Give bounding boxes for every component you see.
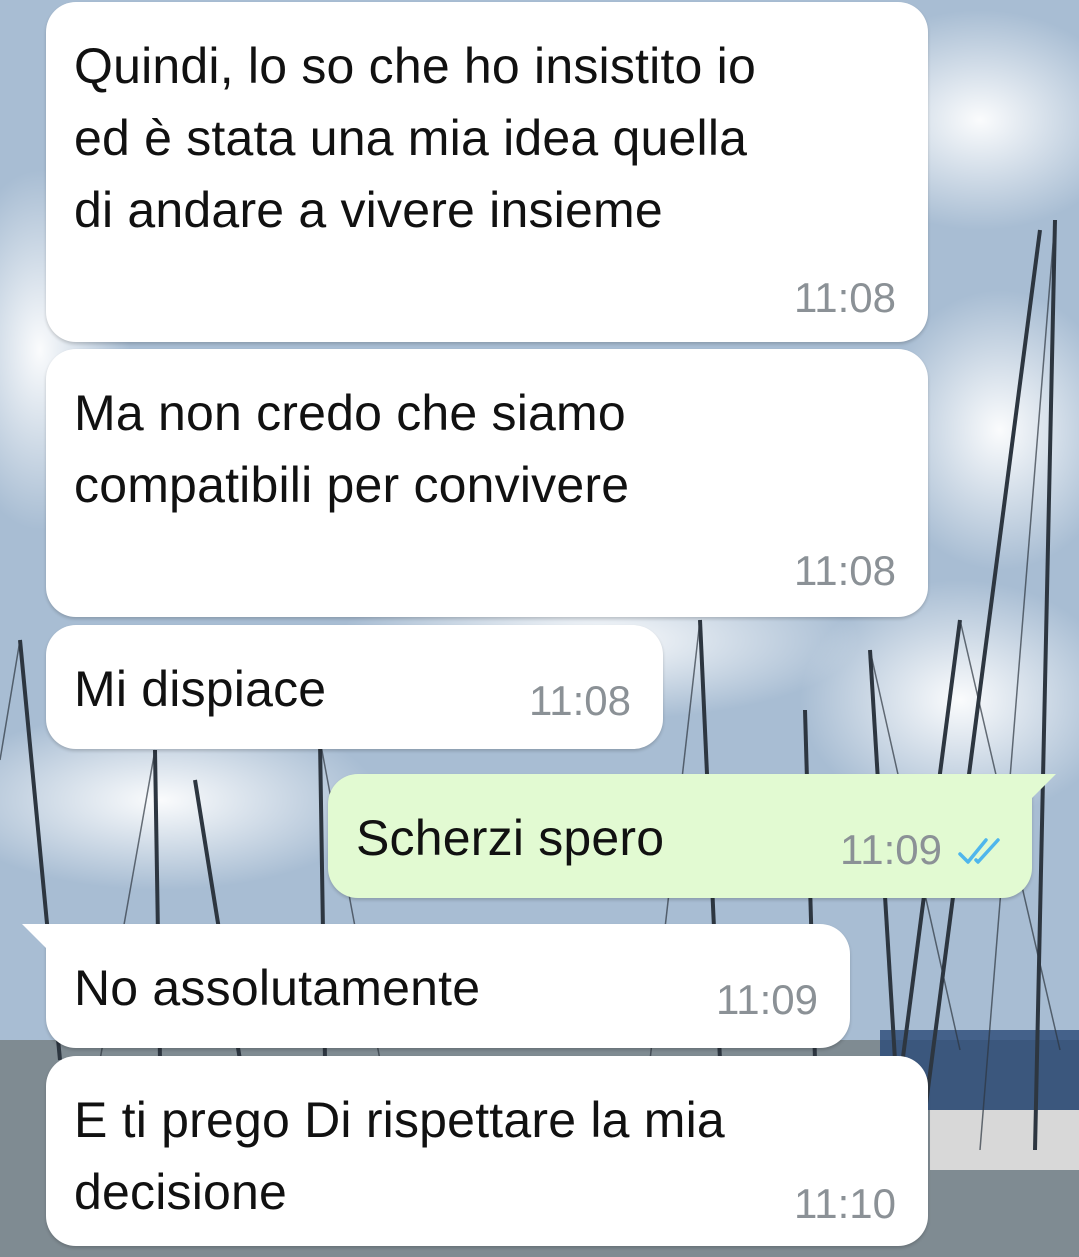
message-timestamp: 11:10	[794, 1180, 896, 1227]
incoming-message-bubble[interactable]: Mi dispiace 11:08	[46, 625, 663, 749]
message-text: Ma non credo che siamo compatibili per c…	[74, 385, 630, 513]
double-check-read-icon	[958, 838, 1000, 864]
message-timestamp: 11:08	[794, 274, 896, 321]
message-text: Quindi, lo so che ho insistito io ed è s…	[74, 38, 756, 238]
message-text: No assolutamente	[74, 960, 481, 1016]
chat-area[interactable]: Quindi, lo so che ho insistito io ed è s…	[0, 0, 1079, 1257]
bubble-tail-icon	[22, 924, 50, 952]
incoming-message-bubble[interactable]: Quindi, lo so che ho insistito io ed è s…	[46, 2, 928, 342]
incoming-message-bubble[interactable]: Ma non credo che siamo compatibili per c…	[46, 349, 928, 617]
message-text: Scherzi spero	[356, 810, 665, 866]
message-timestamp: 11:08	[794, 547, 896, 594]
incoming-message-bubble[interactable]: No assolutamente 11:09	[22, 924, 850, 1048]
message-text: E ti prego Di rispettare la mia decision…	[74, 1092, 725, 1220]
message-timestamp: 11:09	[716, 976, 818, 1023]
message-timestamp: 11:08	[529, 677, 631, 724]
outgoing-message-bubble[interactable]: Scherzi spero 11:09	[328, 774, 1056, 898]
message-timestamp: 11:09	[840, 826, 942, 873]
bubble-tail-icon	[1028, 774, 1056, 802]
incoming-message-bubble[interactable]: E ti prego Di rispettare la mia decision…	[46, 1056, 928, 1246]
message-text: Mi dispiace	[74, 661, 327, 717]
